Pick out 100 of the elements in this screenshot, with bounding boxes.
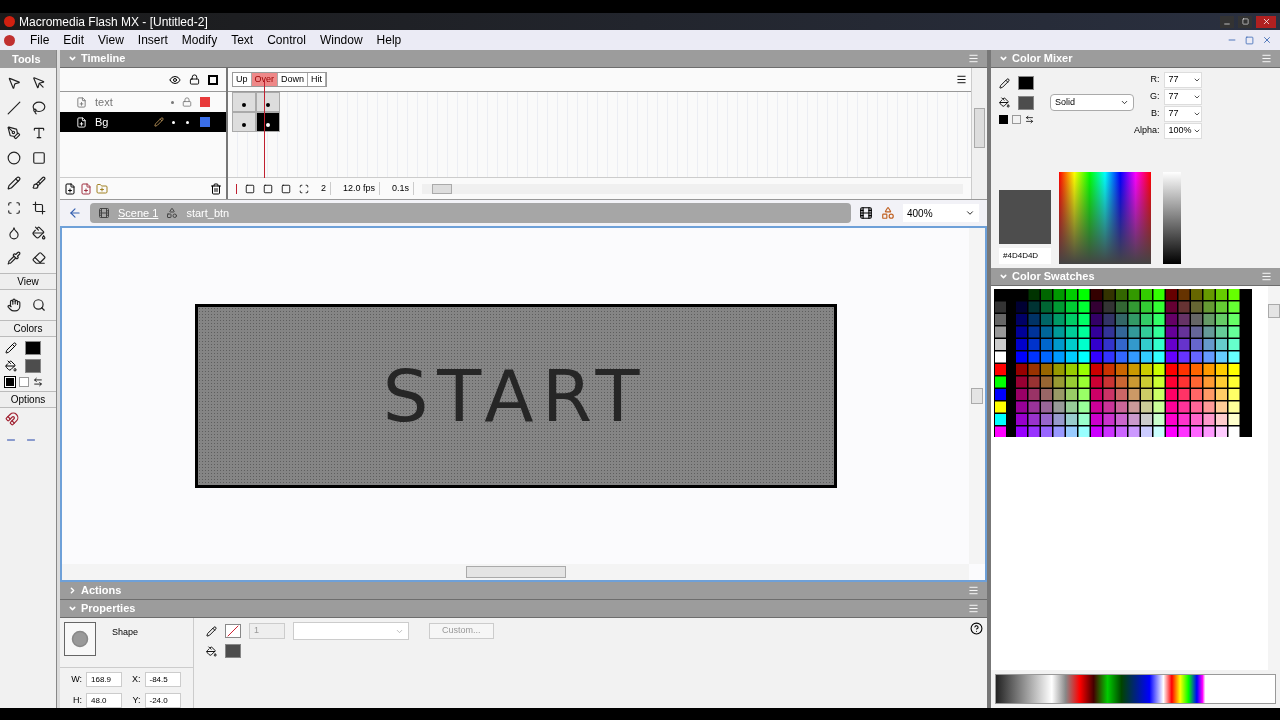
paint-bucket-tool-icon[interactable]	[32, 226, 46, 240]
panel-title: Color Mixer	[1012, 51, 1073, 67]
menu-item[interactable]: Insert	[130, 31, 175, 49]
edit-symbol-icon[interactable]	[881, 206, 895, 220]
eraser-tool-icon[interactable]	[32, 251, 46, 265]
line-tool-icon[interactable]	[7, 101, 21, 115]
zoom-tool-icon[interactable]	[32, 298, 46, 312]
layer-row[interactable]: text	[60, 92, 226, 112]
swatch-grid-drawing[interactable]	[994, 289, 1252, 437]
rectangle-tool-icon[interactable]	[32, 151, 46, 165]
gradient-swatches[interactable]	[995, 674, 1276, 704]
eye-icon[interactable]	[169, 73, 181, 86]
app-logo-icon	[4, 16, 15, 27]
pencil-tool-icon[interactable]	[7, 176, 21, 190]
panel-menu-icon[interactable]	[968, 53, 979, 64]
close-icon[interactable]	[1261, 17, 1271, 26]
fill-transform-tool-icon[interactable]	[32, 201, 46, 215]
trash-icon[interactable]	[210, 182, 222, 195]
caret-icon[interactable]	[965, 208, 975, 218]
vertical-scrollbar[interactable]	[969, 228, 985, 564]
document-icon[interactable]	[4, 34, 15, 46]
menu-item[interactable]: Edit	[56, 31, 92, 49]
lasso-tool-icon[interactable]	[32, 101, 46, 115]
menu-item[interactable]: File	[23, 31, 57, 49]
onion-outline-icon[interactable]	[263, 183, 273, 194]
menu-item[interactable]: Modify	[174, 31, 225, 49]
frame-rate: 12.0 fps	[339, 181, 381, 196]
lock-icon[interactable]	[189, 74, 200, 85]
onion-skin-icon[interactable]	[245, 183, 255, 194]
menu-item[interactable]: Window	[312, 31, 370, 49]
stroke-color-swatch[interactable]	[1018, 76, 1034, 90]
menu-item[interactable]: Text	[224, 31, 261, 49]
hand-tool-icon[interactable]	[7, 298, 21, 312]
vertical-scrollbar[interactable]	[1268, 286, 1280, 670]
layer-row[interactable]: Bg	[60, 112, 226, 132]
keyframe-cell[interactable]	[256, 112, 280, 132]
panel-title: Properties	[81, 601, 136, 617]
doc-close-icon[interactable]	[1262, 35, 1272, 45]
frame-label[interactable]: Down	[278, 72, 309, 87]
free-transform-tool-icon[interactable]	[7, 201, 21, 215]
panel-menu-icon[interactable]	[1261, 53, 1272, 64]
edit-multiple-icon[interactable]	[281, 183, 291, 194]
field-label: Y:	[131, 693, 141, 707]
horizontal-scrollbar[interactable]	[62, 564, 969, 580]
fill-color-swatch[interactable]	[1018, 95, 1034, 110]
brightness-bar[interactable]	[1163, 172, 1181, 264]
number-field[interactable]: -84.5	[144, 672, 181, 687]
stroke-color-swatch[interactable]	[225, 624, 241, 638]
menu-item[interactable]: Control	[260, 31, 313, 49]
vertical-scrollbar[interactable]	[971, 68, 987, 199]
text-tool-icon[interactable]	[32, 126, 46, 140]
default-colors-icon[interactable]	[999, 115, 1008, 124]
arrow-tool-icon[interactable]	[7, 76, 21, 90]
onion-markers-icon[interactable]	[299, 183, 309, 194]
panel-menu-icon[interactable]	[968, 603, 979, 614]
caret-icon[interactable]	[1120, 98, 1129, 107]
outline-color-square[interactable]	[200, 117, 210, 127]
outline-icon[interactable]	[208, 74, 218, 85]
eyedropper-tool-icon[interactable]	[7, 251, 21, 265]
frame-view-menu-icon[interactable]	[956, 74, 967, 85]
elapsed-time: 0.1s	[388, 181, 415, 196]
fill-color-swatch[interactable]	[225, 644, 241, 658]
keyframe-cell[interactable]	[232, 112, 256, 132]
brush-tool-icon[interactable]	[32, 176, 46, 190]
keyframe-cell[interactable]	[256, 92, 280, 112]
snap-magnet-icon[interactable]	[5, 412, 19, 426]
fill-color-swatch[interactable]	[25, 359, 41, 373]
insert-folder-icon[interactable]	[96, 182, 108, 195]
channel-label: R:	[1150, 73, 1160, 87]
insert-layer-icon[interactable]	[64, 182, 76, 195]
frame-label[interactable]: Up	[233, 72, 252, 87]
menu-item[interactable]: Help	[369, 31, 409, 49]
no-color-icon[interactable]	[19, 377, 29, 387]
panel-menu-icon[interactable]	[1261, 271, 1272, 282]
swap-colors-icon[interactable]	[33, 377, 43, 387]
horizontal-scrollbar[interactable]	[422, 183, 963, 194]
frame-label[interactable]: Hit	[308, 72, 327, 87]
number-field[interactable]: 48.0	[86, 693, 122, 708]
pen-tool-icon[interactable]	[7, 126, 21, 140]
oval-tool-icon[interactable]	[7, 151, 21, 165]
ink-bottle-tool-icon[interactable]	[7, 226, 21, 240]
keyframe-cell[interactable]	[232, 92, 256, 112]
default-colors-icon[interactable]	[5, 377, 15, 387]
help-icon[interactable]	[970, 622, 983, 635]
hex-field[interactable]: #4D4D4D	[999, 248, 1051, 264]
add-guide-layer-icon[interactable]	[80, 182, 92, 195]
no-color-icon[interactable]	[1012, 115, 1021, 124]
outline-color-square[interactable]	[200, 97, 210, 107]
frame-label[interactable]: Over	[251, 72, 279, 87]
stroke-color-swatch[interactable]	[25, 341, 41, 355]
maximize-icon[interactable]	[1241, 18, 1249, 25]
number-field[interactable]: 168.9	[86, 672, 122, 687]
edit-scene-icon[interactable]	[859, 206, 873, 220]
number-field[interactable]: -24.0	[144, 693, 181, 708]
field-label: X:	[131, 672, 141, 686]
swap-colors-icon[interactable]	[1025, 115, 1034, 124]
menu-item[interactable]: View	[91, 31, 131, 49]
panel-menu-icon[interactable]	[968, 585, 979, 596]
subselect-tool-icon[interactable]	[32, 76, 46, 90]
color-spectrum[interactable]	[1059, 172, 1151, 264]
